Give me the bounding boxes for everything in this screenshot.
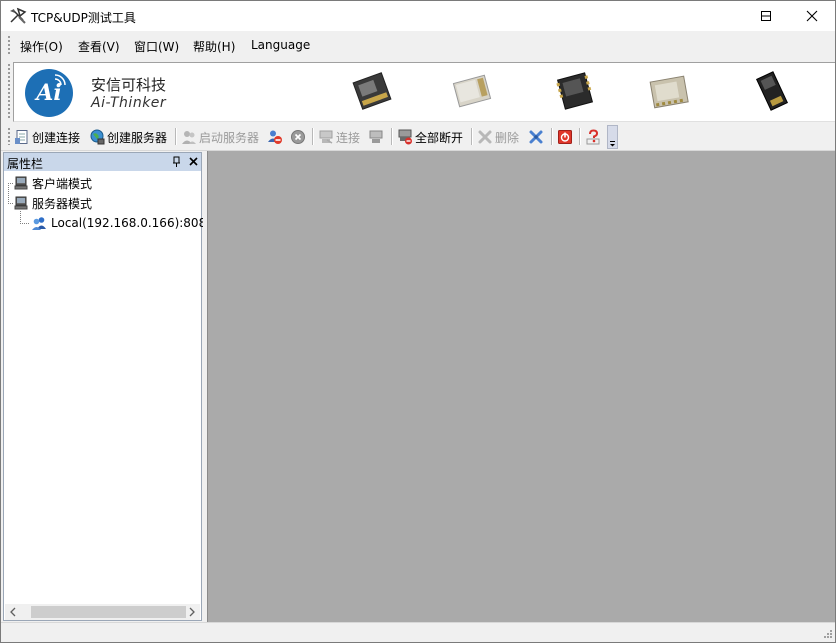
title-bar[interactable]: TCP&UDP测试工具	[1, 1, 835, 31]
close-window-button[interactable]	[789, 1, 835, 31]
start-server-button[interactable]: 启动服务器	[181, 127, 259, 147]
computer-icon	[14, 196, 28, 210]
menu-help[interactable]: 帮助(H)	[193, 38, 235, 55]
help-about-button[interactable]	[585, 127, 601, 147]
computer-icon	[14, 176, 28, 190]
delete-button[interactable]: 删除	[477, 127, 519, 147]
connect-disabled-icon	[319, 130, 333, 144]
delete-x-disabled-icon	[478, 130, 492, 144]
circle-x-icon	[291, 130, 305, 144]
tree-item-server-mode[interactable]: 服务器模式	[14, 194, 92, 212]
status-bar	[1, 622, 835, 642]
globe-server-icon	[90, 129, 105, 145]
wifi-arc-icon	[54, 74, 66, 86]
connect-button[interactable]: 连接	[318, 127, 360, 147]
maximize-button[interactable]	[743, 1, 789, 31]
new-document-icon	[15, 130, 28, 144]
pin-button[interactable]	[170, 155, 184, 169]
resize-grip-icon[interactable]	[821, 629, 833, 641]
disconnect-icon	[369, 130, 383, 143]
chevron-down-icon	[610, 141, 615, 147]
disconnect-all-button[interactable]: 全部断开	[397, 127, 463, 147]
users-stop-icon	[268, 130, 282, 144]
delete-all-x-icon	[529, 130, 543, 144]
tree-line	[20, 223, 30, 224]
create-server-button[interactable]: 创建服务器	[89, 127, 167, 147]
toolbar-separator	[551, 128, 552, 145]
tree-line	[20, 211, 21, 223]
toolbar-overflow-button[interactable]	[607, 125, 618, 149]
toolbar-separator	[579, 128, 580, 145]
window-title: TCP&UDP测试工具	[31, 11, 136, 25]
stop-server-button[interactable]	[267, 127, 283, 147]
esp-module-image-1	[352, 72, 392, 110]
scroll-right-button[interactable]	[183, 604, 200, 620]
delete-all-button[interactable]	[528, 127, 544, 147]
menu-view[interactable]: 查看(V)	[78, 38, 120, 55]
power-button[interactable]	[557, 127, 573, 147]
menu-window[interactable]: 窗口(W)	[134, 38, 179, 55]
pin-icon	[173, 156, 180, 167]
banner-bar: Ai 安信可科技 Ai-Thinker	[1, 60, 835, 122]
users-icon	[32, 217, 46, 230]
maximize-icon	[761, 11, 771, 21]
brand-banner: Ai 安信可科技 Ai-Thinker	[13, 62, 835, 122]
esp-module-image-2	[452, 74, 492, 108]
close-icon	[806, 10, 818, 22]
toolbar-separator	[471, 128, 472, 145]
ai-thinker-logo: Ai	[25, 69, 73, 117]
brand-name-cn: 安信可科技	[91, 76, 167, 94]
close-panel-button[interactable]	[187, 155, 201, 169]
banner-grip[interactable]	[8, 64, 10, 118]
menu-bar: 操作(O) 查看(V) 窗口(W) 帮助(H) Language	[1, 31, 835, 59]
chevron-right-icon	[189, 607, 195, 617]
mdi-client-area[interactable]	[207, 151, 835, 622]
esp-module-image-3	[556, 72, 594, 110]
esp-module-image-4	[649, 75, 689, 109]
toolbar-grip[interactable]	[8, 128, 10, 145]
power-icon	[558, 130, 572, 144]
toolbar-separator	[175, 128, 176, 145]
scroll-thumb[interactable]	[31, 606, 186, 618]
panel-title: 属性栏	[7, 157, 44, 171]
toolbar-separator	[391, 128, 392, 145]
tree-line	[8, 183, 9, 203]
chevron-left-icon	[10, 607, 16, 617]
esp-module-image-5	[755, 71, 789, 111]
close-icon	[189, 157, 198, 166]
brand-name-en: Ai-Thinker	[91, 95, 167, 111]
app-window: TCP&UDP测试工具 操作(O) 查看(V) 窗口(W) 帮助(H) Lang…	[0, 0, 836, 643]
help-question-icon	[586, 129, 600, 145]
tree-item-local-server[interactable]: Local(192.168.0.166):8080	[31, 214, 214, 232]
scroll-left-button[interactable]	[5, 604, 22, 620]
app-icon	[9, 7, 27, 25]
menubar-grip[interactable]	[8, 36, 10, 54]
users-disabled-icon	[182, 131, 196, 144]
menu-operate[interactable]: 操作(O)	[20, 38, 63, 55]
create-connection-button[interactable]: 创建连接	[14, 127, 80, 147]
close-server-button[interactable]	[290, 127, 306, 147]
menu-language[interactable]: Language	[251, 38, 310, 52]
property-panel: 属性栏 客户端模式 服务器模式 Local(192.168.0.166):808…	[3, 152, 214, 621]
toolbar-separator	[312, 128, 313, 145]
tree-item-client-mode[interactable]: 客户端模式	[14, 174, 92, 192]
disconnect-button[interactable]	[368, 127, 384, 147]
disconnect-all-icon	[398, 129, 412, 145]
panel-horizontal-scrollbar[interactable]	[5, 604, 200, 620]
panel-header: 属性栏	[4, 153, 201, 171]
main-toolbar: 创建连接 创建服务器 启动服务器 连接 全部断开 删除	[1, 123, 835, 151]
